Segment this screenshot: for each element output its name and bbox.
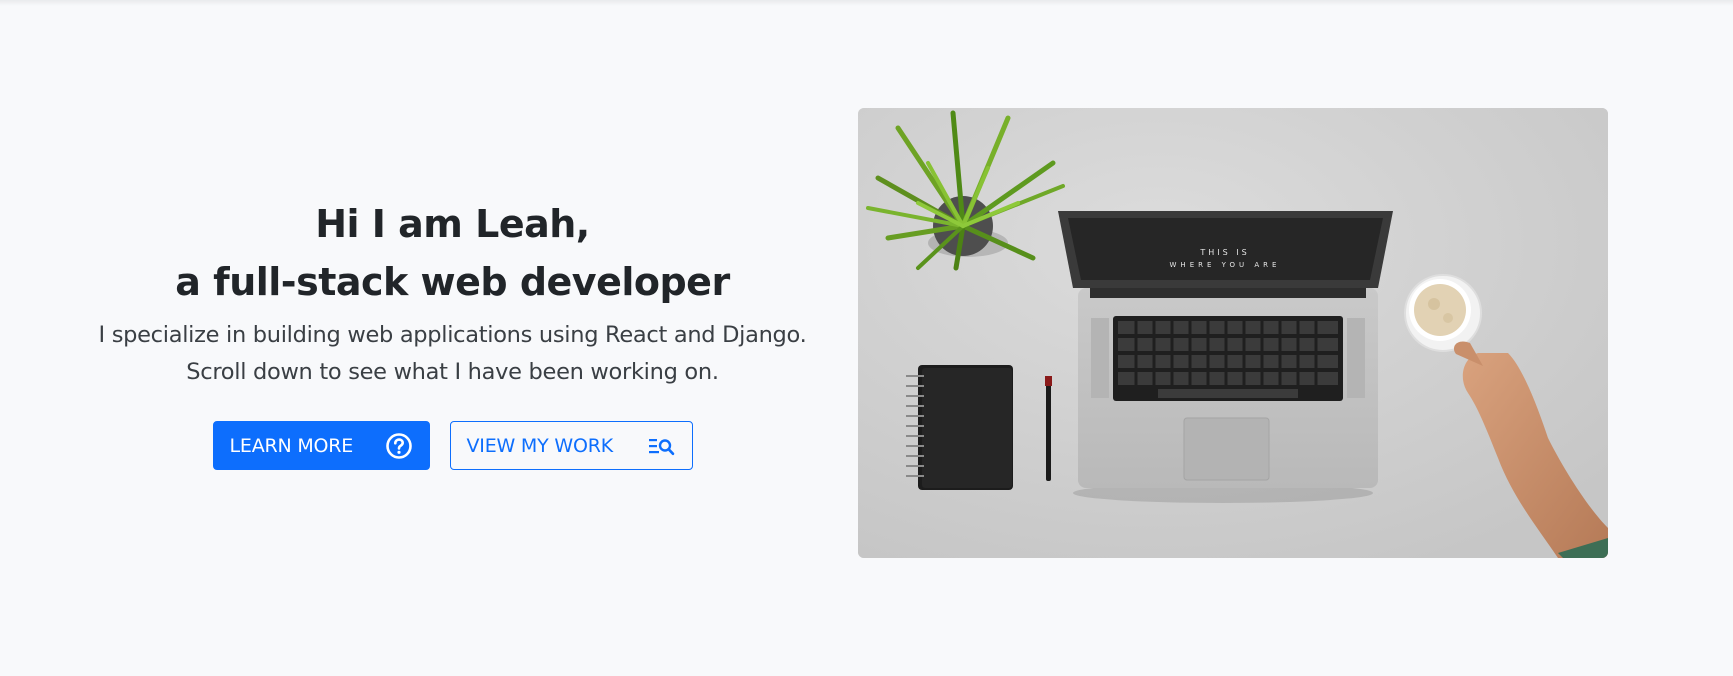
laptop-screen-text-1: THIS IS bbox=[1199, 248, 1249, 257]
hero-description: I specialize in building web application… bbox=[98, 322, 807, 385]
view-my-work-button[interactable]: VIEW MY WORK bbox=[449, 421, 693, 470]
desk-illustration: THIS IS WHERE YOU ARE bbox=[858, 108, 1608, 558]
hero-title: Hi I am Leah, a full-stack web developer bbox=[60, 195, 845, 311]
coffee-cup-graphic bbox=[1404, 274, 1482, 352]
hero-text: Hi I am Leah, a full-stack web developer… bbox=[60, 195, 845, 470]
notebook-graphic bbox=[906, 365, 1013, 490]
navbar-shadow bbox=[0, 0, 1733, 6]
page: Hi I am Leah, a full-stack web developer… bbox=[0, 0, 1733, 676]
learn-more-label: LEARN MORE bbox=[229, 434, 354, 457]
hero-actions: LEARN MORE VIEW MY WORK bbox=[60, 421, 845, 470]
learn-more-button[interactable]: LEARN MORE bbox=[212, 421, 430, 470]
question-circle-icon bbox=[385, 432, 413, 460]
search-list-icon bbox=[648, 435, 676, 457]
laptop-screen-text-2: WHERE YOU ARE bbox=[1170, 261, 1281, 269]
hero-title-line-2: a full-stack web developer bbox=[175, 260, 730, 304]
hero-title-line-1: Hi I am Leah, bbox=[315, 202, 590, 246]
hero-image: THIS IS WHERE YOU ARE bbox=[858, 108, 1608, 558]
pen-graphic bbox=[1045, 376, 1052, 481]
view-my-work-label: VIEW MY WORK bbox=[466, 434, 614, 457]
